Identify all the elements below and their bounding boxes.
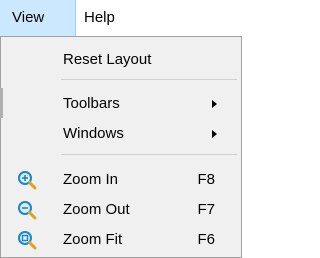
menu-item-zoom-fit[interactable]: Zoom Fit F6 [3,225,239,255]
menu-item-reset-layout[interactable]: Reset Layout [3,45,239,75]
menu-item-label: Zoom In [63,171,119,188]
menu-item-label: Zoom Fit [63,231,123,248]
zoom-out-icon [18,201,37,220]
window-edge [0,88,3,118]
menu-item-shortcut: F7 [197,201,215,218]
submenu-arrow-icon [212,100,217,108]
view-dropdown-menu: Reset Layout Toolbars Windows Zoom In F8… [0,36,242,258]
menu-help[interactable]: Help [84,0,144,36]
zoom-in-icon [18,171,37,190]
menu-item-zoom-out[interactable]: Zoom Out F7 [3,195,239,225]
menu-separator [61,79,237,80]
menu-item-shortcut: F6 [197,231,215,248]
menu-item-label: Toolbars [63,95,120,112]
menu-separator [61,154,237,155]
menu-item-shortcut: F8 [197,171,215,188]
zoom-fit-icon [18,231,37,250]
menu-bar: View Help [0,0,242,36]
menu-item-label: Reset Layout [63,51,152,68]
submenu-arrow-icon [212,130,217,138]
menu-item-zoom-in[interactable]: Zoom In F8 [3,165,239,195]
menu-item-windows[interactable]: Windows [3,119,239,149]
menu-item-label: Windows [63,125,124,142]
menu-item-toolbars[interactable]: Toolbars [3,89,239,119]
menu-item-label: Zoom Out [63,201,130,218]
menu-view[interactable]: View [0,0,76,36]
